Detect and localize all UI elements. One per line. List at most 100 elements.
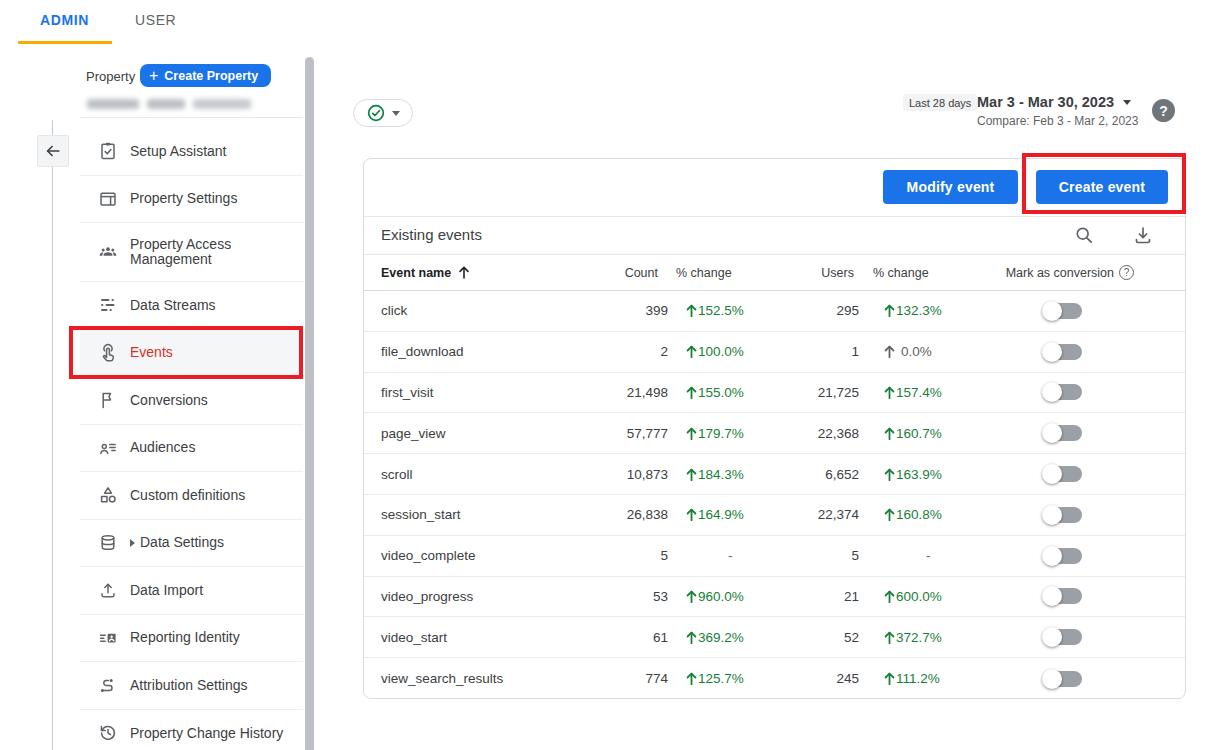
table-row: video_progress53960.0%21600.0% bbox=[364, 577, 1185, 618]
sidebar-item-data-settings[interactable]: Data Settings bbox=[80, 520, 303, 568]
sidebar-item-property-access-management[interactable]: Property Access Management bbox=[80, 223, 303, 282]
column-users[interactable]: Users bbox=[734, 254, 854, 291]
plus-icon: + bbox=[149, 68, 158, 84]
event-users: 6,652 bbox=[734, 454, 859, 494]
change-cell: 157.4% bbox=[884, 373, 1004, 413]
event-users: 245 bbox=[734, 658, 859, 699]
event-count: 399 bbox=[494, 291, 668, 331]
event-count: 5 bbox=[494, 536, 668, 576]
event-users: 5 bbox=[734, 536, 859, 576]
active-tab-underline bbox=[18, 41, 112, 44]
mark-as-conversion-toggle[interactable] bbox=[1044, 671, 1082, 687]
up-arrow-icon bbox=[686, 590, 697, 603]
sidebar-item-custom-definitions[interactable]: Custom definitions bbox=[80, 472, 303, 520]
table-row: file_download2100.0%10.0% bbox=[364, 332, 1185, 373]
card-divider bbox=[364, 216, 1185, 217]
create-event-button[interactable]: Create event bbox=[1036, 170, 1168, 204]
up-arrow-icon bbox=[686, 345, 697, 358]
status-filter-dropdown[interactable] bbox=[353, 99, 413, 127]
up-arrow-icon bbox=[686, 631, 697, 644]
question-circle-icon[interactable]: ? bbox=[1119, 265, 1134, 280]
create-property-button[interactable]: +Create Property bbox=[140, 64, 271, 87]
upload-icon bbox=[97, 580, 118, 601]
flag-icon bbox=[97, 390, 118, 411]
tab-user[interactable]: USER bbox=[135, 12, 176, 28]
sidebar-item-reporting-identity[interactable]: Reporting Identity bbox=[80, 615, 303, 663]
property-name-redacted bbox=[87, 99, 251, 109]
sidebar-scrollbar[interactable] bbox=[305, 57, 314, 750]
window-icon bbox=[97, 188, 118, 209]
table-row: page_view57,777179.7%22,368160.7% bbox=[364, 413, 1185, 454]
change-cell: 600.0% bbox=[884, 577, 1004, 617]
mark-as-conversion-toggle[interactable] bbox=[1044, 548, 1082, 564]
download-icon[interactable] bbox=[1133, 225, 1153, 245]
toggle-knob bbox=[1042, 627, 1062, 647]
change-cell: 132.3% bbox=[884, 291, 1004, 331]
event-name: video_complete bbox=[381, 536, 476, 576]
search-icon[interactable] bbox=[1074, 225, 1094, 245]
up-arrow-icon bbox=[884, 468, 895, 481]
sidebar-divider bbox=[80, 117, 303, 118]
up-arrow-icon bbox=[686, 508, 697, 521]
up-arrow-icon bbox=[884, 672, 895, 685]
mark-as-conversion-toggle[interactable] bbox=[1044, 629, 1082, 645]
up-arrow-icon bbox=[686, 386, 697, 399]
event-count: 57,777 bbox=[494, 413, 668, 453]
sidebar-item-label: Events bbox=[130, 345, 173, 361]
expand-caret-icon bbox=[130, 539, 135, 547]
sidebar-item-data-streams[interactable]: Data Streams bbox=[80, 282, 303, 330]
sidebar-item-label: Setup Assistant bbox=[130, 144, 227, 160]
modify-event-button[interactable]: Modify event bbox=[883, 170, 1018, 204]
sidebar-item-label: Property Settings bbox=[130, 191, 237, 207]
toggle-knob bbox=[1042, 342, 1062, 362]
mark-as-conversion-toggle[interactable] bbox=[1044, 466, 1082, 482]
event-name: video_progress bbox=[381, 577, 473, 617]
table-row: video_start61369.2%52372.7% bbox=[364, 617, 1185, 658]
change-cell: 0.0% bbox=[884, 332, 1004, 372]
mark-as-conversion-toggle[interactable] bbox=[1044, 344, 1082, 360]
sidebar-item-audiences[interactable]: Audiences bbox=[80, 425, 303, 473]
sidebar-item-attribution-settings[interactable]: Attribution Settings bbox=[80, 662, 303, 710]
mark-as-conversion-toggle[interactable] bbox=[1044, 384, 1082, 400]
database-icon bbox=[97, 532, 118, 553]
event-users: 22,374 bbox=[734, 495, 859, 535]
table-row: first_visit21,498155.0%21,725157.4% bbox=[364, 373, 1185, 414]
up-arrow-icon bbox=[686, 468, 697, 481]
badge-icon bbox=[97, 627, 118, 648]
sidebar-rail-line bbox=[52, 120, 53, 750]
events-card: Modify event Create event Existing event… bbox=[363, 158, 1186, 699]
table-row: scroll10,873184.3%6,652163.9% bbox=[364, 454, 1185, 495]
event-count: 774 bbox=[494, 658, 668, 699]
toggle-knob bbox=[1042, 586, 1062, 606]
tab-admin[interactable]: ADMIN bbox=[40, 12, 89, 28]
column-event-name[interactable]: Event name bbox=[381, 254, 470, 291]
sidebar-menu: Setup Assistant Property Settings Property… bbox=[80, 128, 303, 750]
column-count[interactable]: Count bbox=[494, 254, 658, 291]
sidebar-item-data-import[interactable]: Data Import bbox=[80, 567, 303, 615]
event-count: 2 bbox=[494, 332, 668, 372]
event-name: click bbox=[381, 291, 407, 331]
toggle-knob bbox=[1042, 423, 1062, 443]
up-arrow-icon bbox=[884, 508, 895, 521]
back-button[interactable] bbox=[37, 135, 69, 167]
mark-as-conversion-toggle[interactable] bbox=[1044, 303, 1082, 319]
sidebar-item-property-change-history[interactable]: Property Change History bbox=[80, 710, 303, 750]
event-name: video_start bbox=[381, 617, 447, 657]
toggle-knob bbox=[1042, 546, 1062, 566]
mark-as-conversion-toggle[interactable] bbox=[1044, 507, 1082, 523]
date-compare-label: Compare: Feb 3 - Mar 2, 2023 bbox=[977, 114, 1138, 128]
change-cell: 160.8% bbox=[884, 495, 1004, 535]
sidebar-item-events[interactable]: Events bbox=[80, 330, 303, 378]
mark-as-conversion-toggle[interactable] bbox=[1044, 588, 1082, 604]
sidebar-item-conversions[interactable]: Conversions bbox=[80, 377, 303, 425]
event-count: 26,838 bbox=[494, 495, 668, 535]
back-arrow-icon bbox=[44, 142, 62, 160]
event-count: 10,873 bbox=[494, 454, 668, 494]
sidebar-item-label: Custom definitions bbox=[130, 488, 245, 504]
sidebar-item-property-settings[interactable]: Property Settings bbox=[80, 176, 303, 224]
sidebar-item-setup-assistant[interactable]: Setup Assistant bbox=[80, 128, 303, 176]
help-icon[interactable]: ? bbox=[1152, 99, 1175, 122]
date-range-selector[interactable]: Mar 3 - Mar 30, 2023 bbox=[977, 94, 1131, 110]
toggle-knob bbox=[1042, 464, 1062, 484]
mark-as-conversion-toggle[interactable] bbox=[1044, 425, 1082, 441]
